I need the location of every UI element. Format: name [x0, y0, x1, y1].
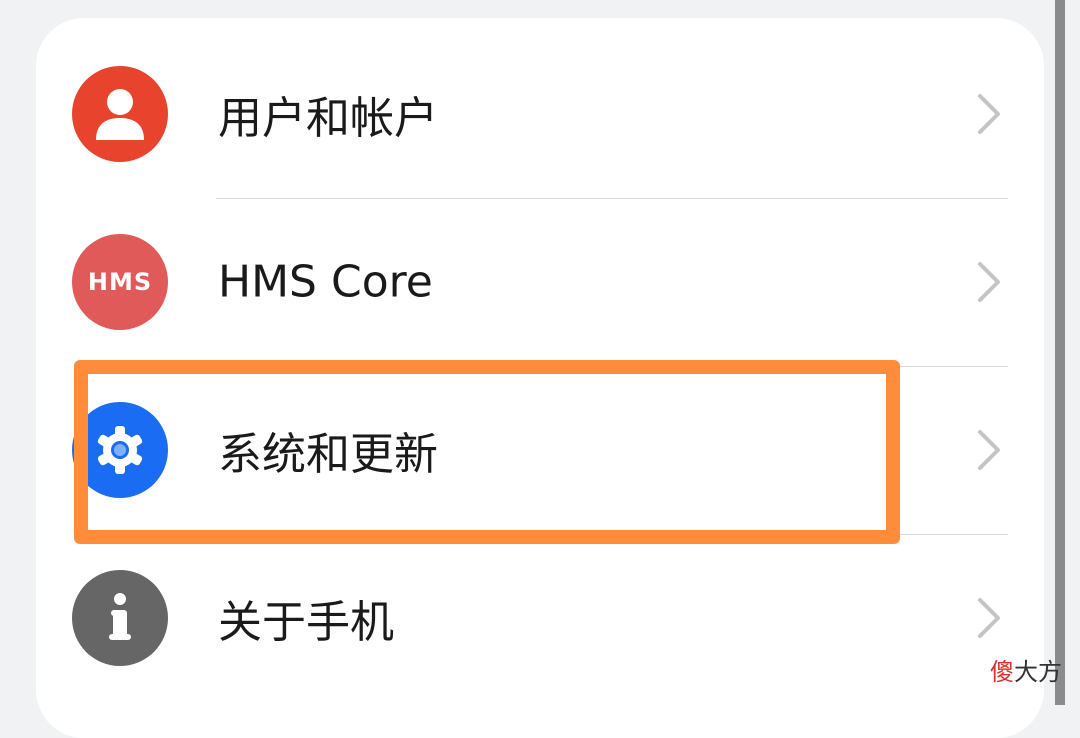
scrollbar[interactable] — [1055, 0, 1065, 705]
settings-item-label: 关于手机 — [218, 597, 394, 648]
hms-core-icon: HMS — [72, 234, 168, 330]
settings-item-about-phone[interactable]: 关于手机 — [36, 534, 1044, 702]
chevron-right-icon — [978, 598, 1000, 638]
info-icon — [72, 570, 168, 666]
highlight-box — [74, 360, 900, 544]
settings-item-label: 用户和帐户 — [218, 93, 438, 144]
watermark-first-char: 傻 — [990, 658, 1014, 686]
watermark-rest: 大方 — [1014, 658, 1062, 686]
settings-item-label: HMS Core — [218, 256, 433, 308]
chevron-right-icon — [978, 262, 1000, 302]
settings-item-users-accounts[interactable]: 用户和帐户 — [36, 30, 1044, 198]
hms-icon-text: HMS — [87, 268, 153, 296]
chevron-right-icon — [978, 94, 1000, 134]
user-icon — [72, 66, 168, 162]
settings-item-hms-core[interactable]: HMS HMS Core — [36, 198, 1044, 366]
chevron-right-icon — [978, 430, 1000, 470]
watermark: 傻大方 — [990, 652, 1062, 687]
